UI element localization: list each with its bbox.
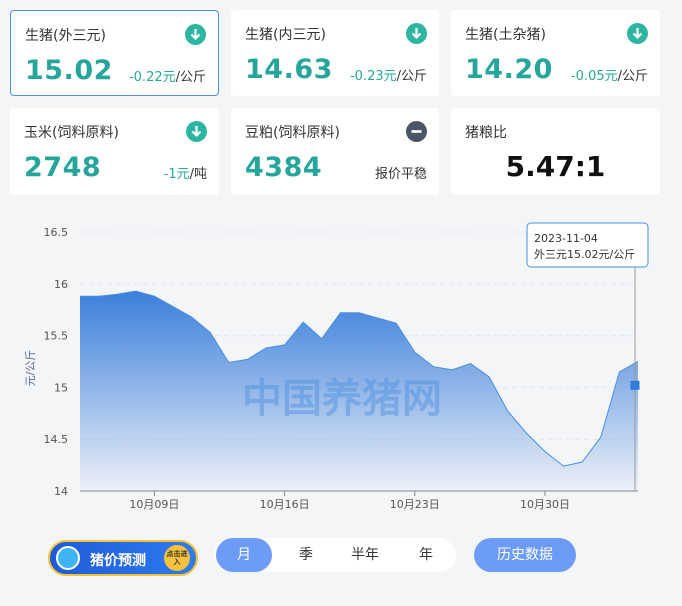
- card-price: 14.20: [465, 54, 553, 85]
- history-data-button[interactable]: 历史数据: [474, 538, 576, 572]
- tooltip-text: 外三元15.02元/公斤: [534, 248, 635, 261]
- period-month[interactable]: 月: [216, 538, 272, 572]
- price-card-neisanyuan[interactable]: 生猪(内三元) 14.63 -0.23元/公斤: [231, 10, 439, 96]
- price-card-corn[interactable]: 玉米(饲料原料) 2748 -1元/吨: [10, 108, 219, 195]
- price-card-soymeal[interactable]: 豆粕(饲料原料) 4384 报价平稳: [231, 108, 439, 195]
- card-delta: -0.23元: [349, 69, 397, 84]
- card-change: -0.23元/公斤: [350, 65, 427, 84]
- minus-icon: [406, 121, 427, 142]
- card-name: 玉米(饲料原料): [24, 125, 119, 141]
- y-axis-label: 元/公斤: [24, 350, 37, 387]
- card-price: 14.63: [245, 54, 333, 85]
- y-tick-label: 15.5: [44, 330, 69, 343]
- card-unit: /公斤: [396, 69, 427, 84]
- card-price: 2748: [24, 152, 102, 183]
- price-card-waisanyuan[interactable]: 生猪(外三元) 15.02 -0.22元/公斤: [10, 10, 219, 96]
- card-price: 4384: [245, 152, 323, 183]
- card-status: 报价平稳: [374, 167, 427, 182]
- card-delta: -0.05元: [570, 69, 618, 84]
- period-half-year[interactable]: 半年: [336, 538, 394, 572]
- y-tick-label: 14.5: [44, 433, 69, 446]
- card-name: 生猪(内三元): [245, 27, 326, 43]
- card-name: 豆粕(饲料原料): [245, 125, 340, 141]
- arrow-down-icon: [185, 24, 206, 45]
- card-unit: /公斤: [617, 69, 648, 84]
- card-delta: -0.22元: [128, 70, 176, 85]
- tooltip-date: 2023-11-04: [534, 232, 598, 245]
- arrow-down-icon: [627, 23, 648, 44]
- card-unit: /吨: [189, 167, 207, 182]
- card-change: -0.05元/公斤: [571, 65, 648, 84]
- tooltip: 2023-11-04 外三元15.02元/公斤: [526, 222, 649, 268]
- card-name: 生猪(土杂猪): [465, 27, 546, 43]
- x-tick-label: 10月30日: [520, 498, 570, 511]
- globe-icon: [56, 546, 80, 570]
- y-tick-label: 16: [54, 278, 68, 291]
- card-delta: -1元: [163, 167, 190, 182]
- x-tick-label: 10月16日: [260, 498, 310, 511]
- card-name: 猪粮比: [465, 125, 507, 141]
- arrow-down-icon: [186, 121, 207, 142]
- price-chart[interactable]: 14 14.5 15 15.5 16 16.5 10月09日 10月16日 10月23日 10月…: [0, 210, 682, 520]
- price-card-tuzazhu[interactable]: 生猪(土杂猪) 14.20 -0.05元/公斤: [451, 10, 660, 96]
- card-ratio: 5.47:1: [505, 150, 606, 183]
- period-year[interactable]: 年: [398, 538, 454, 572]
- price-card-ratio[interactable]: 猪粮比 5.47:1: [451, 108, 660, 195]
- card-price: 15.02: [25, 55, 113, 86]
- card-unit: /公斤: [175, 70, 206, 85]
- tooltip-marker: [630, 380, 640, 390]
- card-name: 生猪(外三元): [25, 28, 106, 44]
- footer-bar: 猪价预测 点击进入 月 季 半年 年 历史数据: [0, 536, 682, 576]
- period-switcher: 月 季 半年 年: [214, 538, 456, 572]
- y-tick-label: 16.5: [44, 226, 69, 239]
- x-tick-label: 10月23日: [390, 498, 440, 511]
- card-change: -0.22元/公斤: [129, 66, 206, 85]
- x-tick-label: 10月09日: [129, 498, 179, 511]
- card-change: -1元/吨: [164, 163, 207, 182]
- watermark-text: 中国养猪网: [242, 376, 442, 422]
- predict-label: 猪价预测: [90, 553, 146, 569]
- y-tick-label: 15: [54, 381, 68, 394]
- y-tick-label: 14: [54, 485, 68, 498]
- period-quarter[interactable]: 季: [278, 538, 334, 572]
- arrow-down-icon: [406, 23, 427, 44]
- predict-button[interactable]: 猪价预测 点击进入: [48, 540, 198, 576]
- predict-badge: 点击进入: [164, 545, 190, 571]
